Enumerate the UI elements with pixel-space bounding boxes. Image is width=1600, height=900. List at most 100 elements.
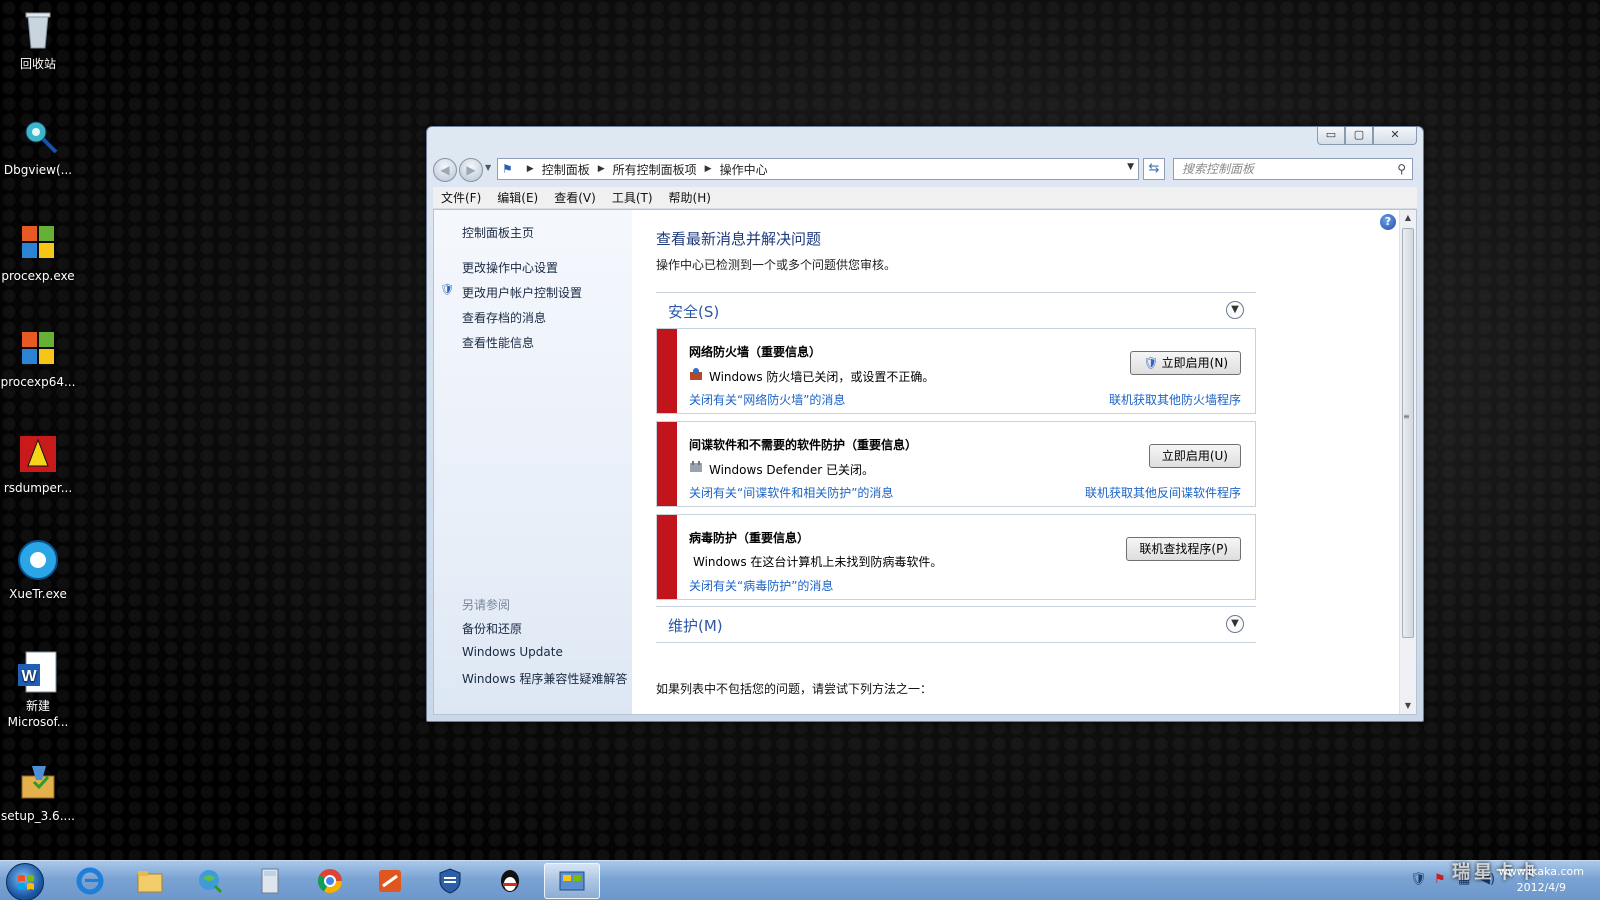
breadcrumb-all-items[interactable]: 所有控制面板项	[613, 161, 697, 178]
taskbar-ie-button[interactable]	[62, 863, 118, 899]
get-antispyware-link[interactable]: 联机获取其他反间谍软件程序	[1085, 484, 1241, 501]
security-section-header[interactable]: 安全(S) ▼	[656, 292, 1256, 328]
search-icon[interactable]: ⚲	[1397, 159, 1406, 179]
recent-pages-dropdown[interactable]: ▼	[485, 163, 491, 172]
chevron-right-icon[interactable]: ▶	[527, 164, 534, 174]
address-dropdown-icon[interactable]: ▼	[1127, 162, 1134, 172]
uac-shield-icon: 🛡	[1143, 356, 1159, 370]
chevron-right-icon[interactable]: ▶	[705, 164, 712, 174]
vertical-scrollbar[interactable]: ▲ ≡ ▼	[1399, 210, 1416, 714]
rsdumper-icon	[14, 430, 62, 478]
chevron-down-icon[interactable]: ▼	[1226, 615, 1244, 633]
close-button[interactable]: ✕	[1373, 127, 1417, 145]
scrollbar-thumb[interactable]	[1402, 228, 1414, 638]
action-center-flag-icon[interactable]: ⚑	[1434, 872, 1446, 887]
help-icon[interactable]: ?	[1380, 214, 1396, 230]
desktop-icon-label: 新建 Microsof...	[7, 699, 69, 729]
recycle-bin-icon	[14, 6, 62, 54]
desktop-icon-procexp[interactable]: procexp.exe	[0, 218, 76, 284]
arrow-right-icon: ▶	[466, 163, 476, 177]
taskbar-chrome-button[interactable]	[302, 863, 358, 899]
alert-message: Windows 防火墙已关闭，或设置不正确。	[689, 367, 934, 385]
desktop-icon-xuetr[interactable]: XueTr.exe	[0, 536, 76, 602]
sidebar: 控制面板主页 更改操作中心设置 🛡 更改用户帐户控制设置 查看存档的消息 查看性…	[434, 210, 632, 714]
alert-message-text: Windows Defender 已关闭。	[709, 463, 874, 477]
alert-message-text: Windows 在这台计算机上未找到防病毒软件。	[693, 555, 943, 569]
alert-message-text: Windows 防火墙已关闭，或设置不正确。	[709, 370, 935, 384]
scroll-down-icon[interactable]: ▼	[1400, 698, 1416, 714]
taskbar-orange-app-button[interactable]	[362, 863, 418, 899]
maintenance-section-title: 维护(M)	[668, 617, 723, 635]
tray-shield-icon[interactable]: 🛡	[1410, 872, 1427, 887]
desktop-icon-label: Dbgview(...	[3, 163, 73, 177]
find-program-online-button[interactable]: 联机查找程序(P)	[1126, 537, 1241, 561]
taskbar-explorer-button[interactable]	[122, 863, 178, 899]
menu-view[interactable]: 查看(V)	[554, 189, 596, 206]
breadcrumb-action-center[interactable]: 操作中心	[720, 161, 768, 178]
desktop-icon-label: procexp.exe	[1, 269, 75, 283]
desktop-icon-recycle-bin[interactable]: 回收站	[0, 6, 76, 72]
calculator-icon	[261, 868, 279, 894]
desktop-icon-dbgview[interactable]: Dbgview(...	[0, 112, 76, 178]
maintenance-section-header[interactable]: 维护(M) ▼	[656, 606, 1256, 642]
troubleshoot-note: 如果列表中不包括您的问题，请尝试下列方法之一：	[656, 682, 933, 696]
menu-help[interactable]: 帮助(H)	[669, 189, 711, 206]
refresh-icon: ⇆	[1148, 161, 1160, 176]
search-input[interactable]: 搜索控制面板 ⚲	[1173, 158, 1413, 180]
dismiss-firewall-link[interactable]: 关闭有关“网络防火墙”的消息	[689, 391, 845, 408]
menu-edit[interactable]: 编辑(E)	[497, 189, 538, 206]
chevron-right-icon[interactable]: ▶	[598, 164, 605, 174]
minimize-button[interactable]: ▭	[1317, 127, 1345, 145]
sidebar-item-archived-messages[interactable]: 查看存档的消息	[462, 309, 546, 326]
refresh-button[interactable]: ⇆	[1143, 158, 1165, 180]
windows-logo-icon	[18, 875, 34, 890]
watermark-url: www.ikaka.com	[1498, 865, 1584, 878]
desktop-icon-label: rsdumper...	[3, 481, 73, 495]
scroll-grip-icon: ≡	[1403, 412, 1410, 421]
taskbar-calculator-button[interactable]	[242, 863, 298, 899]
content-area: 控制面板主页 更改操作中心设置 🛡 更改用户帐户控制设置 查看存档的消息 查看性…	[433, 209, 1417, 715]
clock[interactable]: www.ikaka.com 2012/4/9	[1499, 864, 1584, 896]
maximize-button[interactable]: ▢	[1345, 127, 1373, 145]
caption-buttons: ▭ ▢ ✕	[1317, 127, 1417, 145]
desktop-icon-rsdumper[interactable]: rsdumper...	[0, 430, 76, 496]
desktop-icon-label: procexp64...	[0, 375, 76, 389]
desktop-icon-procexp64[interactable]: procexp64...	[0, 324, 76, 390]
alert-title: 间谍软件和不需要的软件防护（重要信息）	[689, 438, 918, 452]
back-button[interactable]: ◀	[433, 158, 457, 182]
chevron-down-icon[interactable]: ▼	[1226, 301, 1244, 319]
desktop-icon-word-doc[interactable]: W 新建 Microsof...	[0, 648, 76, 730]
sidebar-item-change-settings[interactable]: 更改操作中心设置	[462, 259, 558, 276]
sidebar-item-backup-restore[interactable]: 备份和还原	[462, 620, 522, 637]
turn-on-defender-button[interactable]: 立即启用(U)	[1148, 444, 1241, 468]
get-firewall-link[interactable]: 联机获取其他防火墙程序	[1109, 391, 1241, 408]
section-divider	[656, 642, 1256, 643]
menu-tools[interactable]: 工具(T)	[612, 189, 653, 206]
sidebar-item-uac-settings[interactable]: 更改用户帐户控制设置	[462, 284, 582, 301]
start-button[interactable]	[6, 863, 44, 900]
chrome-icon	[317, 869, 342, 894]
dismiss-virus-link[interactable]: 关闭有关“病毒防护”的消息	[689, 577, 833, 594]
sidebar-item-compat-troubleshooter[interactable]: Windows 程序兼容性疑难解答	[462, 670, 627, 687]
taskbar-control-panel-button[interactable]	[544, 863, 600, 899]
taskbar-qq-button[interactable]	[482, 863, 538, 899]
taskbar-network-button[interactable]	[182, 863, 238, 899]
alert-severity-bar	[657, 515, 677, 599]
menu-file[interactable]: 文件(F)	[441, 189, 481, 206]
alert-severity-bar	[657, 422, 677, 506]
see-also-heading: 另请参阅	[462, 598, 511, 612]
sidebar-item-windows-update[interactable]: Windows Update	[462, 645, 563, 659]
desktop-icon-setup[interactable]: setup_3.6....	[0, 758, 76, 824]
alert-severity-bar	[657, 329, 677, 413]
address-bar[interactable]: ⚑ ▶ 控制面板 ▶ 所有控制面板项 ▶ 操作中心 ▼	[497, 158, 1139, 180]
scroll-up-icon[interactable]: ▲	[1400, 210, 1416, 226]
sidebar-item-performance-info[interactable]: 查看性能信息	[462, 334, 534, 351]
turn-on-firewall-button[interactable]: 🛡 立即启用(N)	[1130, 351, 1241, 375]
button-label: 立即启用(N)	[1161, 356, 1228, 370]
dismiss-spyware-link[interactable]: 关闭有关“间谍软件和相关防护”的消息	[689, 484, 893, 501]
forward-button[interactable]: ▶	[459, 158, 483, 182]
sidebar-item-home[interactable]: 控制面板主页	[462, 224, 534, 241]
taskbar-security-button[interactable]	[422, 863, 478, 899]
taskbar: 🛡 ⚑ ▦ ◀) 瑞星卡卡 www.ikaka.com 2012/4/9	[0, 860, 1600, 900]
breadcrumb-control-panel[interactable]: 控制面板	[542, 161, 590, 178]
